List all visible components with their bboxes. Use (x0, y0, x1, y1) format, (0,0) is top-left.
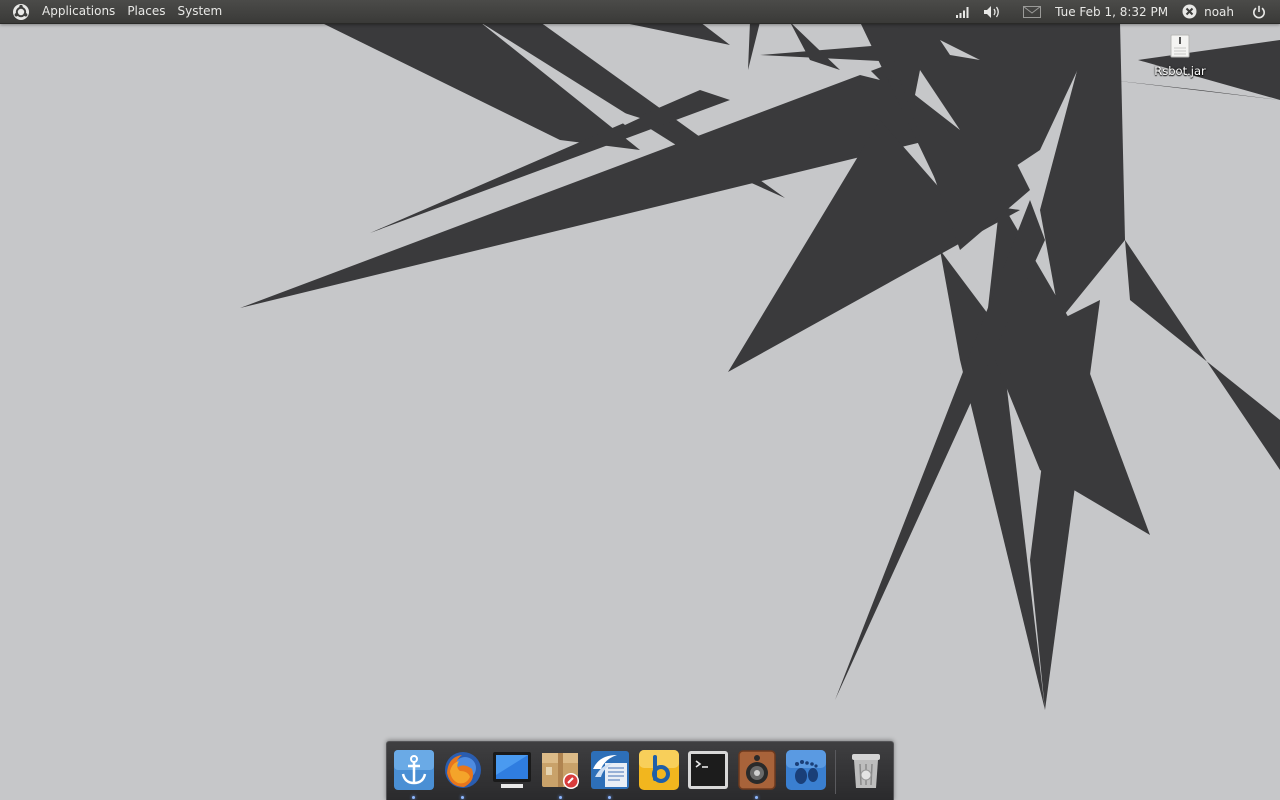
dock-item-package-installer[interactable] (540, 749, 582, 799)
dock-item-trash[interactable] (845, 749, 887, 791)
dock-item-firefox[interactable] (442, 749, 484, 799)
dock-item-openoffice-writer[interactable] (589, 749, 631, 799)
desktop-file-rsbot[interactable]: Rsbot.jar (1152, 34, 1208, 78)
speaker-icon (738, 750, 776, 790)
jar-file-icon (1170, 34, 1190, 58)
clock[interactable]: Tue Feb 1, 8:32 PM (1047, 5, 1176, 19)
running-indicator (608, 796, 611, 799)
desktop-file-label: Rsbot.jar (1154, 64, 1206, 78)
user-status-icon (1182, 4, 1197, 19)
dock-item-gnome-foot[interactable] (785, 749, 827, 791)
dock-item-speaker[interactable] (736, 749, 778, 799)
running-indicator (559, 796, 562, 799)
docky-anchor-icon (394, 750, 434, 790)
banshee-icon (639, 750, 679, 790)
running-indicator (412, 796, 415, 799)
user-name: noah (1204, 4, 1234, 19)
firefox-icon (445, 752, 481, 788)
wallpaper (240, 22, 1280, 710)
user-menu[interactable]: noah (1176, 4, 1240, 19)
mail-icon[interactable] (1017, 0, 1047, 23)
top-panel: Applications Places System Tue Feb 1, 8:… (0, 0, 1280, 24)
dock-item-monitor[interactable] (491, 749, 533, 791)
trash-icon (852, 754, 880, 788)
running-indicator (461, 796, 464, 799)
gnome-foot-icon (786, 750, 826, 790)
ubuntu-logo-icon[interactable] (6, 0, 36, 23)
monitor-icon (493, 752, 531, 788)
dock (386, 741, 894, 800)
power-icon[interactable] (1246, 0, 1272, 23)
package-installer-icon (542, 753, 579, 789)
running-indicator (755, 796, 758, 799)
dock-separator (835, 750, 836, 794)
applications-menu[interactable]: Applications (36, 0, 121, 23)
dock-item-banshee[interactable] (638, 749, 680, 791)
volume-icon[interactable] (977, 0, 1009, 23)
dock-item-docky[interactable] (393, 749, 435, 799)
system-menu[interactable]: System (171, 0, 228, 23)
openoffice-writer-icon (591, 751, 629, 789)
terminal-icon (688, 751, 728, 789)
desktop[interactable]: Applications Places System Tue Feb 1, 8:… (0, 0, 1280, 800)
dock-item-terminal[interactable] (687, 749, 729, 791)
network-signal-icon[interactable] (949, 0, 977, 23)
places-menu[interactable]: Places (121, 0, 171, 23)
